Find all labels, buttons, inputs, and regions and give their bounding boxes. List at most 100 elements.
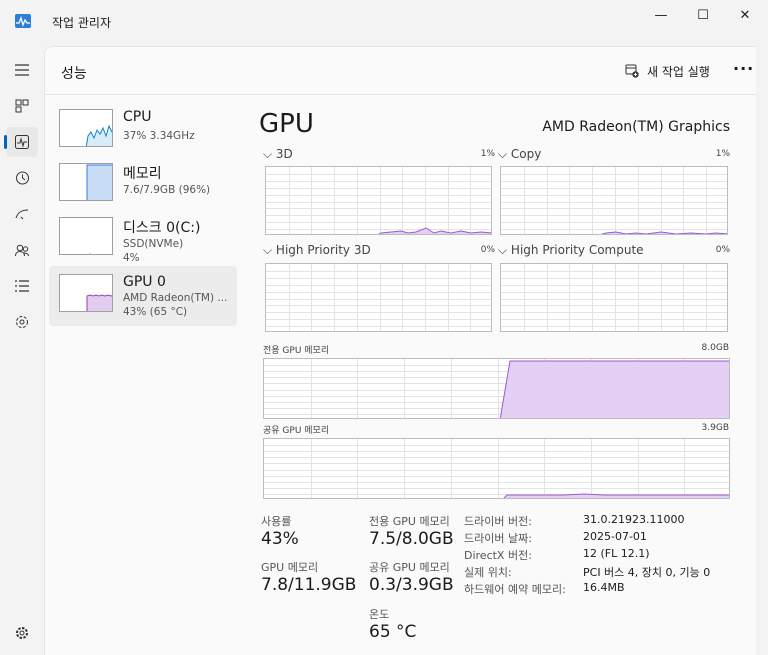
- settings-icon: [16, 627, 28, 639]
- nav-details[interactable]: [6, 271, 38, 301]
- run-task-label: 새 작업 실행: [647, 64, 710, 79]
- engine-copy-trace: [600, 231, 727, 234]
- directx-version-key: DirectX 버전:: [464, 549, 532, 562]
- device-item-cpu[interactable]: CPU 37% 3.34GHz: [49, 103, 237, 155]
- engine-hpcompute-selector[interactable]: ⌵ High Priority Compute: [498, 243, 644, 258]
- device-name: 메모리: [123, 166, 162, 182]
- usage-value: 43%: [261, 529, 299, 549]
- services-icon: [16, 316, 28, 328]
- temperature-value: 65 °C: [369, 622, 417, 642]
- device-detail-2: 43% (65 °C): [123, 306, 188, 318]
- window-title: 작업 관리자: [52, 16, 112, 30]
- driver-date-value: 2025-07-01: [583, 530, 647, 543]
- users-icon: [15, 244, 29, 257]
- engine-hp3d-value: 0%: [480, 245, 495, 255]
- device-detail-2: 4%: [123, 252, 140, 264]
- engine-3d-graph: [265, 166, 492, 235]
- device-item-disk[interactable]: 디스크 0(C:) SSD(NVMe) 4%: [49, 211, 237, 264]
- shared-memory-graph: [263, 438, 730, 499]
- nav-startup-apps[interactable]: [6, 199, 38, 229]
- shared-stat-label: 공유 GPU 메모리: [369, 561, 450, 574]
- shared-memory-chart: [264, 439, 729, 498]
- driver-version-value: 31.0.21923.11000: [583, 513, 685, 526]
- scrollbar[interactable]: [756, 46, 768, 655]
- gpu-memory-label: GPU 메모리: [261, 561, 319, 574]
- more-options-button[interactable]: ···: [733, 59, 754, 78]
- device-detail: SSD(NVMe): [123, 238, 184, 250]
- shared-memory-max: 3.9GB: [701, 423, 729, 433]
- device-item-gpu[interactable]: GPU 0 AMD Radeon(TM) ... 43% (65 °C): [49, 266, 237, 326]
- engine-hpcompute-graph: [500, 263, 728, 332]
- shared-stat-value: 0.3/3.9GB: [369, 575, 454, 595]
- engine-copy-chart: [501, 167, 727, 234]
- dedicated-stat-value: 7.5/8.0GB: [369, 529, 454, 549]
- disk-thumbnail: [59, 217, 113, 255]
- temperature-label: 온도: [369, 608, 390, 621]
- memory-thumbnail: [59, 163, 113, 201]
- shared-memory-label: 공유 GPU 메모리: [263, 426, 330, 436]
- reserved-memory-key: 하드웨어 예약 메모리:: [464, 583, 566, 596]
- gpu-thumbnail: [59, 274, 113, 312]
- gpu-heading: GPU: [259, 109, 314, 139]
- engine-3d-value: 1%: [480, 149, 495, 159]
- task-manager-app-icon: [15, 14, 31, 28]
- usage-label: 사용률: [261, 515, 292, 528]
- engine-hp3d-selector[interactable]: ⌵ High Priority 3D: [263, 243, 371, 258]
- app-history-icon: [16, 171, 29, 185]
- dedicated-memory-label: 전용 GPU 메모리: [263, 346, 330, 356]
- engine-3d-selector[interactable]: ⌵ 3D: [263, 147, 293, 162]
- reserved-memory-value: 16.4MB: [583, 581, 625, 594]
- nav-performance[interactable]: [4, 127, 38, 157]
- engine-copy-graph: [500, 166, 728, 235]
- engine-hp3d-chart: [266, 264, 491, 331]
- dedicated-memory-max: 8.0GB: [701, 343, 729, 353]
- driver-version-key: 드라이버 버전:: [464, 515, 532, 528]
- device-name: 디스크 0(C:): [123, 220, 201, 236]
- minimize-button[interactable]: —: [638, 0, 684, 30]
- engine-label: High Priority 3D: [275, 243, 371, 257]
- nav-processes[interactable]: [6, 91, 38, 121]
- run-new-task-button[interactable]: 새 작업 실행: [625, 61, 710, 81]
- engine-label: High Priority Compute: [510, 243, 644, 257]
- device-detail: AMD Radeon(TM) ...: [123, 292, 228, 304]
- page-title: 성능: [61, 66, 87, 82]
- device-name: GPU 0: [123, 274, 166, 290]
- gpu-memory-value: 7.8/11.9GB: [261, 575, 357, 595]
- directx-version-value: 12 (FL 12.1): [583, 547, 650, 560]
- device-name: CPU: [123, 109, 152, 125]
- engine-label: 3D: [275, 147, 293, 161]
- page-header: 성능 새 작업 실행 ···: [45, 47, 757, 95]
- nav-app-history[interactable]: [6, 163, 38, 193]
- close-button[interactable]: ✕: [722, 0, 768, 30]
- driver-date-key: 드라이버 날짜:: [464, 532, 532, 545]
- processes-icon: [15, 99, 29, 113]
- maximize-button[interactable]: ☐: [680, 0, 726, 30]
- engine-3d-chart: [266, 167, 491, 234]
- gpu-model-name: AMD Radeon(TM) Graphics: [542, 119, 730, 135]
- engine-hp3d-graph: [265, 263, 492, 332]
- dedicated-memory-trace: [499, 360, 729, 418]
- nav-services[interactable]: [6, 307, 38, 337]
- device-detail: 7.6/7.9GB (96%): [123, 184, 211, 196]
- physical-location-key: 실제 위치:: [464, 566, 512, 579]
- hamburger-menu-button[interactable]: [6, 55, 38, 85]
- engine-label: Copy: [510, 147, 542, 161]
- nav-users[interactable]: [6, 235, 38, 265]
- shared-memory-trace: [503, 493, 729, 498]
- engine-hpcompute-value: 0%: [715, 245, 730, 255]
- title-bar: 작업 관리자 — ☐ ✕: [0, 0, 768, 46]
- run-task-icon: [625, 64, 639, 78]
- engine-copy-value: 1%: [715, 149, 730, 159]
- dedicated-memory-chart: [264, 359, 729, 418]
- performance-panel: 성능 새 작업 실행 ··· CPU 37% 3.34GHz 메모리 7.6/7…: [44, 46, 757, 655]
- dedicated-stat-label: 전용 GPU 메모리: [369, 515, 450, 528]
- cpu-thumbnail: [59, 109, 113, 147]
- physical-location-value: PCI 버스 4, 장치 0, 기능 0: [583, 566, 711, 579]
- details-icon: [15, 280, 29, 292]
- engine-hpcompute-chart: [501, 264, 727, 331]
- startup-apps-icon: [15, 209, 29, 220]
- nav-settings[interactable]: [6, 618, 38, 648]
- hamburger-icon: [15, 64, 29, 76]
- device-item-memory[interactable]: 메모리 7.6/7.9GB (96%): [49, 157, 237, 209]
- engine-copy-selector[interactable]: ⌵ Copy: [498, 147, 541, 162]
